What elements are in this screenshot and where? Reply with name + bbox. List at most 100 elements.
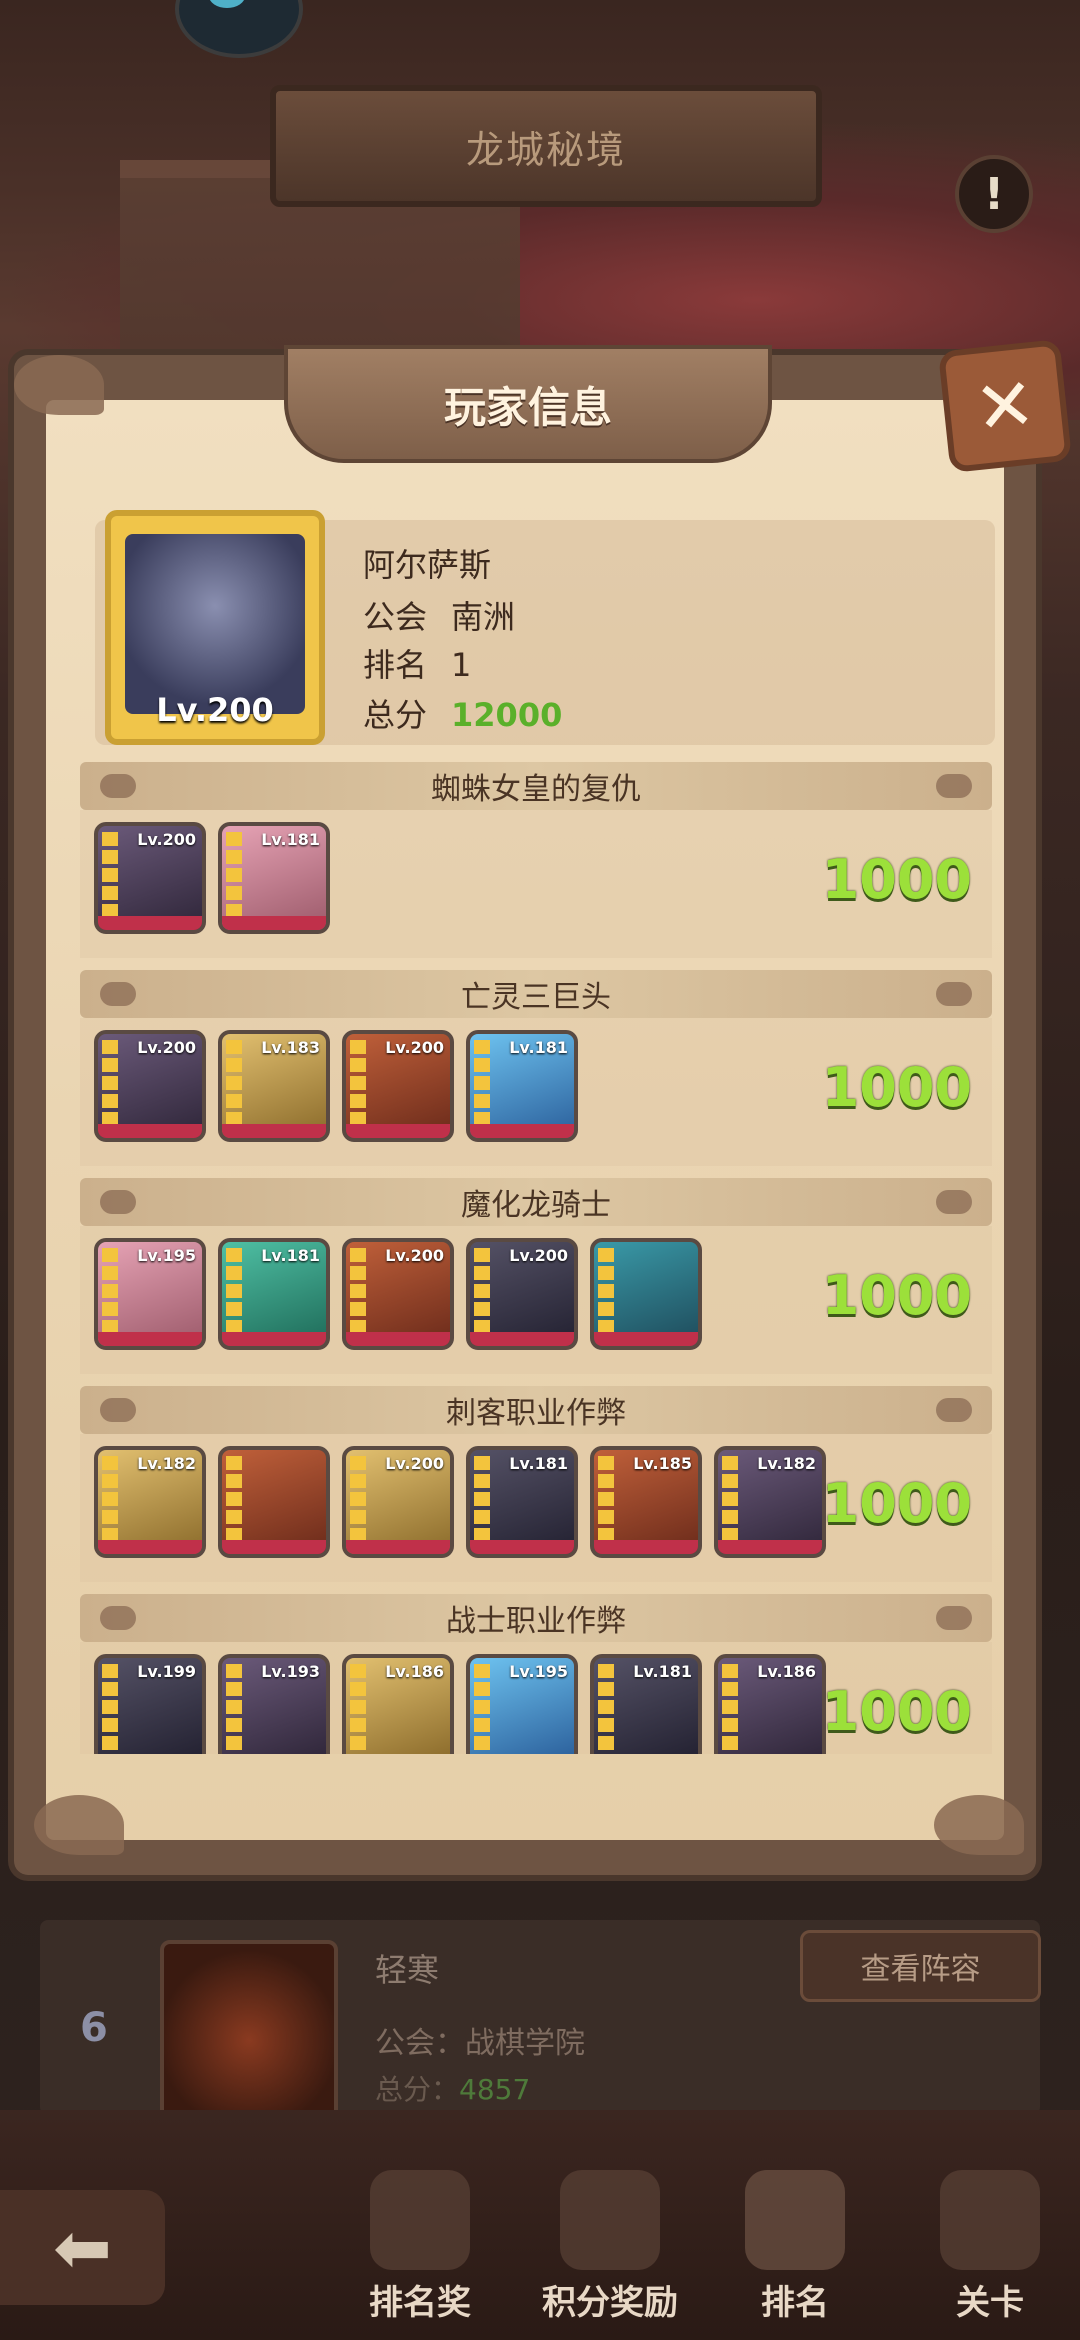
hero-card[interactable]: Lv.200 [342, 1238, 454, 1350]
hero-level: Lv.199 [137, 1662, 196, 1681]
hero-card[interactable]: Lv.181 [218, 822, 330, 934]
nav-label: 积分奖励 [542, 2283, 678, 2323]
hero-base [718, 1540, 822, 1554]
rank-label: 排名 [363, 646, 428, 684]
hero-stars [226, 832, 242, 922]
hero-base [470, 1124, 574, 1138]
rank-value: 1 [451, 646, 472, 684]
section-title: 魔化龙骑士 [461, 1188, 611, 1223]
view-lineup-button[interactable]: 查看阵容 [800, 1930, 1041, 2002]
hero-card[interactable]: Lv.186 [714, 1654, 826, 1754]
hero-card[interactable]: Lv.200 [94, 822, 206, 934]
section-score: 1000 [821, 1056, 972, 1119]
challenge-section: 战士职业作弊 Lv.199 Lv.193 Lv.186 Lv.195 Lv.18… [80, 1594, 992, 1754]
hero-level: Lv.200 [385, 1246, 444, 1265]
section-title: 刺客职业作弊 [446, 1396, 626, 1431]
hero-card[interactable]: Lv.199 [94, 1654, 206, 1754]
hero-card[interactable]: Lv.181 [466, 1030, 578, 1142]
hero-base [346, 1540, 450, 1554]
hero-stars [102, 1040, 118, 1130]
hero-base [222, 1332, 326, 1346]
hero-level: Lv.186 [385, 1662, 444, 1681]
hero-stars [102, 1456, 118, 1546]
info-button[interactable]: ! [955, 155, 1033, 233]
hero-card[interactable]: Lv.182 [94, 1446, 206, 1558]
section-ornament [936, 1190, 972, 1214]
section-header: 刺客职业作弊 [80, 1386, 992, 1434]
hero-card[interactable]: Lv.181 [218, 1238, 330, 1350]
hero-card[interactable]: Lv.200 [342, 1446, 454, 1558]
hero-level: Lv.185 [633, 1454, 692, 1473]
hero-card[interactable]: Lv.195 [466, 1654, 578, 1754]
hero-card[interactable]: Lv.200 [342, 1030, 454, 1142]
section-body: Lv.200 Lv.183 Lv.200 Lv.181 1000 [80, 1018, 992, 1166]
hero-card[interactable]: Lv.185 [590, 1446, 702, 1558]
page-title: 龙城秘境 [465, 127, 626, 172]
hero-level: Lv.181 [261, 1246, 320, 1265]
hero-level: Lv.195 [137, 1246, 196, 1265]
section-header: 蜘蛛女皇的复仇 [80, 762, 992, 810]
nav-item-points-reward[interactable]: 积分奖励 [530, 2160, 690, 2323]
section-header: 战士职业作弊 [80, 1594, 992, 1642]
hero-card[interactable]: Lv.186 [342, 1654, 454, 1754]
player-score-row: 总分 12000 [363, 690, 562, 736]
player-level: Lv.200 [156, 691, 274, 729]
hero-card[interactable]: Lv.195 [94, 1238, 206, 1350]
hero-base [594, 1332, 698, 1346]
hero-stars [598, 1248, 614, 1338]
hero-base [98, 1124, 202, 1138]
hero-card[interactable]: Lv.181 [590, 1654, 702, 1754]
hero-card[interactable]: Lv.181 [466, 1446, 578, 1558]
nav-item-stage[interactable]: 关卡 [910, 2160, 1070, 2323]
hero-card[interactable]: Lv.200 [466, 1238, 578, 1350]
corner-ornament [14, 355, 104, 415]
list-score-row: 总分：4857 [375, 2068, 530, 2108]
hero-level: Lv.181 [509, 1454, 568, 1473]
hero-base [222, 1540, 326, 1554]
hero-base [98, 1540, 202, 1554]
hero-card[interactable] [590, 1238, 702, 1350]
challenge-section: 亡灵三巨头 Lv.200 Lv.183 Lv.200 Lv.181 1000 [80, 970, 992, 1166]
hero-stars [598, 1456, 614, 1546]
hero-stars [350, 1040, 366, 1130]
list-score-label: 总分： [375, 2073, 460, 2106]
hero-card[interactable] [218, 1446, 330, 1558]
top-avatar[interactable] [175, 0, 303, 58]
list-player-name: 轻寒 [375, 1951, 440, 1989]
hero-stars [474, 1040, 490, 1130]
hero-card[interactable]: Lv.182 [714, 1446, 826, 1558]
guild-value: 南洲 [451, 598, 516, 636]
hero-level: Lv.182 [137, 1454, 196, 1473]
hero-stars [350, 1456, 366, 1546]
back-button[interactable]: ⬅ [0, 2190, 165, 2305]
list-guild: 公会：战棋学院 [375, 2026, 585, 2061]
modal-title: 玩家信息 [443, 382, 612, 432]
section-ornament [936, 982, 972, 1006]
ranking-icon [745, 2170, 845, 2270]
section-title: 亡灵三巨头 [461, 980, 611, 1015]
modal-header: 玩家信息 [284, 345, 772, 463]
hero-stars [722, 1664, 738, 1754]
nav-item-rank-reward[interactable]: 排名奖 [340, 2160, 500, 2323]
section-ornament [100, 1398, 136, 1422]
section-body: Lv.199 Lv.193 Lv.186 Lv.195 Lv.181 Lv.18… [80, 1642, 992, 1754]
section-ornament [100, 1606, 136, 1630]
section-ornament [100, 774, 136, 798]
close-button[interactable]: ✕ [937, 338, 1073, 474]
section-score: 1000 [821, 1472, 972, 1535]
hero-card[interactable]: Lv.200 [94, 1030, 206, 1142]
hero-stars [102, 1664, 118, 1754]
section-body: Lv.182 Lv.200 Lv.181 Lv.185 Lv.182 1000 [80, 1434, 992, 1582]
hero-base [470, 1540, 574, 1554]
nav-item-ranking[interactable]: 排名 [715, 2160, 875, 2323]
hero-stars [226, 1456, 242, 1546]
hero-card[interactable]: Lv.183 [218, 1030, 330, 1142]
nav-label: 关卡 [956, 2283, 1024, 2323]
hero-stars [226, 1248, 242, 1338]
hero-level: Lv.186 [757, 1662, 816, 1681]
hero-card[interactable]: Lv.193 [218, 1654, 330, 1754]
guild-label: 公会 [363, 598, 428, 636]
section-ornament [936, 1606, 972, 1630]
hero-stars [474, 1248, 490, 1338]
challenge-section: 蜘蛛女皇的复仇 Lv.200 Lv.181 1000 [80, 762, 992, 958]
